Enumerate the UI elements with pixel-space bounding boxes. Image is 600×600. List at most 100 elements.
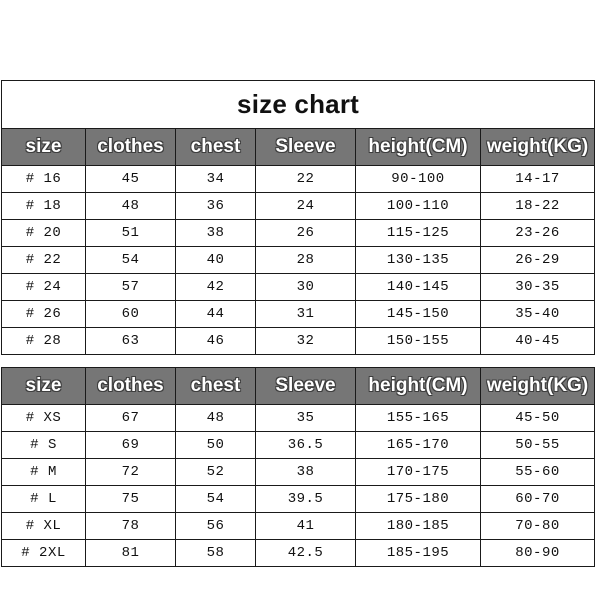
cell-clothes: 48 bbox=[85, 192, 176, 220]
chart-title-row: size chart bbox=[0, 80, 596, 129]
cell-height: 140-145 bbox=[355, 273, 481, 301]
cell-size: # 28 bbox=[1, 327, 86, 355]
cell-sleeve: 22 bbox=[255, 165, 356, 193]
cell-size: # 16 bbox=[1, 165, 86, 193]
cell-sleeve: 32 bbox=[255, 327, 356, 355]
cell-clothes: 81 bbox=[85, 539, 176, 567]
cell-size: # L bbox=[1, 485, 86, 513]
table-row: # 26 60 44 31 145-150 35-40 bbox=[1, 300, 596, 328]
cell-clothes: 78 bbox=[85, 512, 176, 540]
cell-weight: 23-26 bbox=[479, 219, 596, 247]
cell-clothes: 60 bbox=[85, 300, 176, 328]
cell-size: # 22 bbox=[1, 246, 86, 274]
column-header-clothes: clothes bbox=[85, 367, 176, 405]
cell-weight: 60-70 bbox=[480, 485, 595, 513]
table-row: # 24 57 42 30 140-145 30-35 bbox=[1, 273, 596, 301]
cell-size: # 24 bbox=[1, 273, 86, 301]
column-header-size: size bbox=[1, 367, 86, 405]
cell-clothes: 72 bbox=[85, 458, 176, 486]
table-header-row: size clothes chest Sleeve height(CM) wei… bbox=[1, 128, 596, 166]
table-row: # XS 67 48 35 155-165 45-50 bbox=[1, 404, 595, 432]
cell-size: # M bbox=[1, 458, 86, 486]
cell-weight: 26-29 bbox=[479, 246, 596, 274]
table-row: # 20 51 38 26 115-125 23-26 bbox=[1, 219, 596, 247]
cell-size: # XS bbox=[1, 404, 86, 432]
table-row: # 2XL 81 58 42.5 185-195 80-90 bbox=[1, 539, 595, 567]
cell-chest: 34 bbox=[175, 165, 256, 193]
column-header-chest: chest bbox=[175, 128, 256, 166]
cell-weight: 40-45 bbox=[479, 327, 596, 355]
cell-height: 185-195 bbox=[355, 539, 481, 567]
cell-weight: 70-80 bbox=[480, 512, 595, 540]
cell-height: 115-125 bbox=[355, 219, 481, 247]
cell-size: # XL bbox=[1, 512, 86, 540]
cell-clothes: 54 bbox=[85, 246, 176, 274]
cell-sleeve: 39.5 bbox=[255, 485, 356, 513]
table-header-row: size clothes chest Sleeve height(CM) wei… bbox=[1, 367, 595, 405]
cell-weight: 30-35 bbox=[479, 273, 596, 301]
cell-chest: 46 bbox=[175, 327, 256, 355]
cell-weight: 50-55 bbox=[480, 431, 595, 459]
cell-sleeve: 24 bbox=[255, 192, 356, 220]
cell-weight: 45-50 bbox=[480, 404, 595, 432]
cell-sleeve: 42.5 bbox=[255, 539, 356, 567]
cell-height: 155-165 bbox=[355, 404, 481, 432]
table-row: # 18 48 36 24 100-110 18-22 bbox=[1, 192, 596, 220]
size-table-secondary: size clothes chest Sleeve height(CM) wei… bbox=[1, 367, 595, 567]
cell-chest: 42 bbox=[175, 273, 256, 301]
table-row: # 22 54 40 28 130-135 26-29 bbox=[1, 246, 596, 274]
column-header-clothes: clothes bbox=[85, 128, 176, 166]
cell-size: # 2XL bbox=[1, 539, 86, 567]
cell-size: # 18 bbox=[1, 192, 86, 220]
cell-height: 90-100 bbox=[355, 165, 481, 193]
cell-height: 130-135 bbox=[355, 246, 481, 274]
cell-chest: 36 bbox=[175, 192, 256, 220]
cell-height: 150-155 bbox=[355, 327, 481, 355]
cell-clothes: 67 bbox=[85, 404, 176, 432]
table-row: # M 72 52 38 170-175 55-60 bbox=[1, 458, 595, 486]
cell-chest: 48 bbox=[175, 404, 256, 432]
cell-weight: 14-17 bbox=[479, 165, 596, 193]
cell-sleeve: 31 bbox=[255, 300, 356, 328]
cell-clothes: 57 bbox=[85, 273, 176, 301]
cell-clothes: 75 bbox=[85, 485, 176, 513]
column-header-weight: weight(KG) bbox=[479, 128, 596, 166]
table-row: # S 69 50 36.5 165-170 50-55 bbox=[1, 431, 595, 459]
cell-chest: 44 bbox=[175, 300, 256, 328]
size-chart-container: size chart size clothes chest Sleeve hei… bbox=[0, 80, 596, 567]
cell-height: 145-150 bbox=[355, 300, 481, 328]
cell-weight: 18-22 bbox=[479, 192, 596, 220]
cell-chest: 58 bbox=[175, 539, 256, 567]
column-header-sleeve: Sleeve bbox=[255, 367, 356, 405]
cell-sleeve: 36.5 bbox=[255, 431, 356, 459]
cell-weight: 80-90 bbox=[480, 539, 595, 567]
cell-sleeve: 38 bbox=[255, 458, 356, 486]
cell-clothes: 69 bbox=[85, 431, 176, 459]
cell-height: 175-180 bbox=[355, 485, 481, 513]
cell-chest: 56 bbox=[175, 512, 256, 540]
cell-sleeve: 26 bbox=[255, 219, 356, 247]
table-row: # XL 78 56 41 180-185 70-80 bbox=[1, 512, 595, 540]
cell-sleeve: 35 bbox=[255, 404, 356, 432]
column-header-height: height(CM) bbox=[355, 367, 481, 405]
column-header-weight: weight(KG) bbox=[480, 367, 595, 405]
cell-weight: 55-60 bbox=[480, 458, 595, 486]
column-header-height: height(CM) bbox=[355, 128, 481, 166]
cell-sleeve: 41 bbox=[255, 512, 356, 540]
table-spacer bbox=[1, 355, 594, 367]
cell-chest: 50 bbox=[175, 431, 256, 459]
table-row: # 28 63 46 32 150-155 40-45 bbox=[1, 327, 596, 355]
cell-height: 170-175 bbox=[355, 458, 481, 486]
cell-size: # S bbox=[1, 431, 86, 459]
column-header-size: size bbox=[1, 128, 86, 166]
cell-weight: 35-40 bbox=[479, 300, 596, 328]
cell-chest: 54 bbox=[175, 485, 256, 513]
cell-chest: 52 bbox=[175, 458, 256, 486]
cell-clothes: 63 bbox=[85, 327, 176, 355]
column-header-chest: chest bbox=[175, 367, 256, 405]
table-row: # L 75 54 39.5 175-180 60-70 bbox=[1, 485, 595, 513]
cell-sleeve: 30 bbox=[255, 273, 356, 301]
cell-height: 165-170 bbox=[355, 431, 481, 459]
table-row: # 16 45 34 22 90-100 14-17 bbox=[1, 165, 596, 193]
page-title: size chart bbox=[0, 80, 596, 129]
